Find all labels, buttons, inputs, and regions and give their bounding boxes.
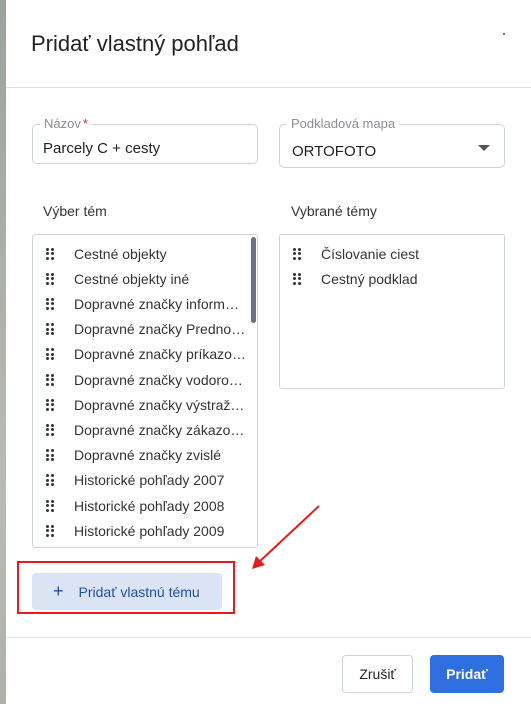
add-custom-theme-label: Pridať vlastnú tému (78, 583, 200, 600)
selected-theme-list[interactable]: Číslovanie ciest Cestný podklad (279, 234, 505, 389)
name-field[interactable]: Názov * Parcely C + cesty (32, 116, 258, 164)
drag-handle-icon[interactable] (293, 247, 301, 260)
basemap-label: Podkladová mapa (287, 116, 400, 131)
drag-handle-icon[interactable] (46, 398, 54, 411)
drag-handle-icon[interactable] (46, 348, 54, 361)
drag-handle-icon[interactable] (46, 423, 54, 436)
add-custom-theme-button[interactable]: + Pridať vlastnú tému (32, 573, 222, 610)
list-item-label: Cestné objekty (74, 245, 167, 262)
name-label: Názov * (40, 116, 92, 131)
list-item-label: Dopravné značky príkazo… (74, 346, 246, 363)
drag-handle-icon[interactable] (293, 272, 301, 285)
scrollbar[interactable] (251, 237, 256, 323)
list-item[interactable]: Historické pohľady 2008 (33, 493, 224, 518)
drag-handle-icon[interactable] (46, 272, 54, 285)
dialog-title: Pridať vlastný pohľad (31, 31, 239, 56)
drag-handle-icon[interactable] (46, 323, 54, 336)
submit-button[interactable]: Pridať (430, 655, 504, 693)
basemap-value: ORTOFOTO (292, 143, 377, 160)
list-item-label: Číslovanie ciest (321, 245, 420, 262)
basemap-select[interactable]: Podkladová mapa ORTOFOTO (279, 116, 505, 168)
list-item-label: Historické pohľady 2007 (74, 472, 225, 489)
list-item[interactable]: Číslovanie ciest (280, 241, 419, 266)
header-dot (503, 33, 505, 35)
required-mark: * (82, 116, 88, 131)
list-item[interactable]: Dopravné značky výstraž… (33, 392, 244, 417)
list-item[interactable]: Historické pohľady 2007 (33, 468, 224, 493)
drag-handle-icon[interactable] (46, 297, 54, 310)
list-item-label: Historické pohľady 2008 (74, 497, 225, 514)
list-item-label: Historické pohľady 2009 (74, 522, 225, 539)
list-item-label: Dopravné značky Predno… (74, 321, 246, 338)
list-item[interactable]: Dopravné značky vodoro… (33, 367, 243, 392)
list-item-label: Dopravné značky inform… (74, 295, 239, 312)
plus-icon: + (53, 581, 64, 601)
list-item-label: Dopravné značky vodoro… (74, 371, 243, 388)
name-input[interactable]: Parcely C + cesty (43, 140, 160, 157)
cancel-button[interactable]: Zrušiť (342, 655, 413, 693)
list-item[interactable]: Dopravné značky príkazo… (33, 342, 246, 367)
list-item-label: Cestný podklad (321, 270, 418, 287)
list-item[interactable]: Historické pohľady 2009 (33, 518, 224, 543)
drag-handle-icon[interactable] (46, 524, 54, 537)
list-item-label: Cestné objekty iné (74, 270, 190, 287)
list-item-label: Dopravné značky zvislé (74, 447, 222, 464)
list-item-label: Dopravné značky zákazo… (74, 421, 245, 438)
list-item[interactable]: Dopravné značky zvislé (33, 443, 221, 468)
add-view-dialog: Pridať vlastný pohľad Názov * Parcely C +… (6, 0, 531, 704)
drag-handle-icon[interactable] (46, 373, 54, 386)
theme-selection-title: Výber tém (43, 203, 107, 219)
list-item[interactable]: Dopravné značky zákazo… (33, 417, 244, 442)
list-item[interactable]: Cestné objekty iné (33, 266, 189, 291)
drag-handle-icon[interactable] (46, 449, 54, 462)
theme-list[interactable]: Cestné objekty Cestné objekty iné Dopravné… (32, 234, 258, 548)
selected-themes-title: Vybrané témy (291, 203, 377, 219)
list-item[interactable]: Cestný podklad (280, 266, 418, 291)
name-label-text: Názov (44, 116, 81, 131)
drag-handle-icon[interactable] (46, 474, 54, 487)
list-item-label: Dopravné značky výstraž… (74, 396, 245, 413)
list-item[interactable]: Cestné objekty (33, 241, 167, 266)
drag-handle-icon[interactable] (46, 247, 54, 260)
list-item[interactable]: Dopravné značky Predno… (33, 317, 245, 342)
chevron-down-icon[interactable] (478, 145, 490, 151)
list-item[interactable]: Dopravné značky inform… (33, 291, 239, 316)
dialog-header: Pridať vlastný pohľad (6, 0, 531, 88)
drag-handle-icon[interactable] (46, 499, 54, 512)
footer-divider (6, 637, 531, 638)
